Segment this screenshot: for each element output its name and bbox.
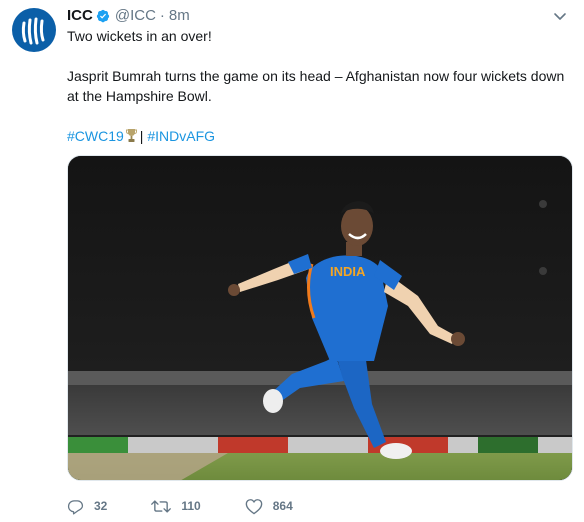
- verified-badge-icon: [96, 9, 109, 23]
- chevron-down-icon[interactable]: [552, 8, 568, 24]
- reply-count: 32: [94, 499, 108, 513]
- timestamp[interactable]: 8m: [169, 6, 190, 26]
- tweet-text: Two wickets in an over! Jasprit Bumrah t…: [67, 26, 572, 146]
- tweet-photo[interactable]: INDIA: [67, 155, 573, 481]
- retweet-count: 110: [181, 499, 201, 513]
- hashtag-cwc19[interactable]: #CWC19: [67, 128, 124, 144]
- retweet-icon: [151, 499, 172, 513]
- like-button[interactable]: 864: [245, 498, 293, 515]
- avatar[interactable]: [12, 8, 56, 52]
- tweet-line-1: Two wickets in an over!: [67, 28, 212, 44]
- tweet-header: ICC @ICC · 8m: [67, 6, 572, 26]
- like-count: 864: [272, 499, 293, 513]
- pipe-separator: |: [139, 128, 144, 144]
- trophy-icon: [125, 129, 137, 142]
- hashtags-line: #CWC19 | #INDvAFG: [67, 126, 572, 146]
- tweet-actions: 32 110 864: [67, 494, 337, 518]
- heart-icon: [245, 498, 263, 514]
- photo-bumrah-celebration: INDIA: [68, 156, 572, 480]
- hashtag-indvafg[interactable]: #INDvAFG: [147, 128, 215, 144]
- tweet-line-2: Jasprit Bumrah turns the game on its hea…: [67, 68, 565, 104]
- author-handle[interactable]: @ICC: [115, 6, 156, 26]
- icc-logo-icon: [21, 17, 45, 45]
- separator-dot: ·: [159, 7, 165, 24]
- jersey-text: INDIA: [330, 264, 366, 279]
- retweet-button[interactable]: 110: [151, 498, 201, 515]
- reply-icon: [67, 499, 84, 515]
- author-name[interactable]: ICC: [67, 6, 93, 26]
- reply-button[interactable]: 32: [67, 498, 107, 515]
